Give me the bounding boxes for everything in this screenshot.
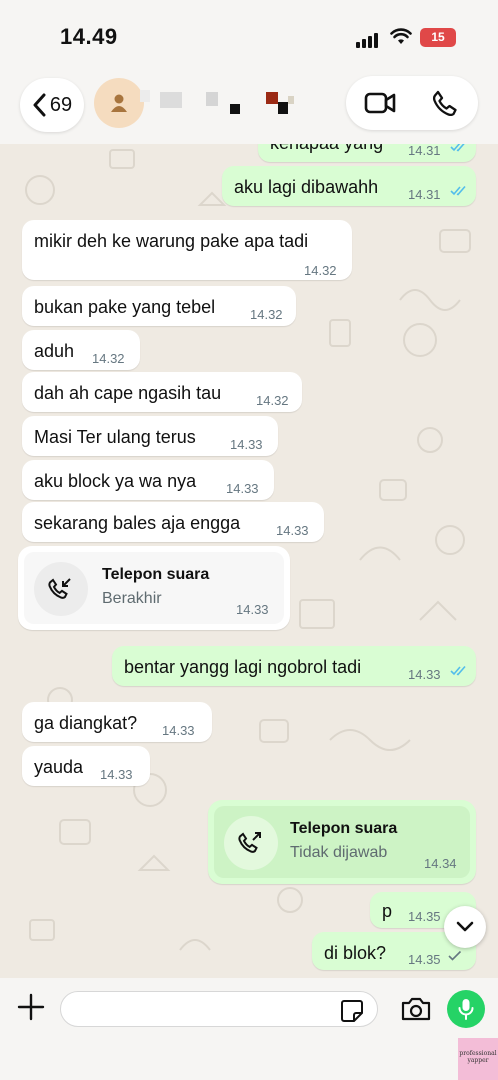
chat-header: 69 [0, 72, 498, 144]
status-time: 14.49 [60, 24, 118, 49]
message-text: bentar yangg lagi ngobrol tadi [124, 657, 362, 677]
message-text: Masi Ter ulang terus [34, 427, 196, 447]
message-bubble-incoming[interactable]: bukan pake yang tebel 14.32 [22, 286, 296, 326]
watermark-logo: professional yapper [458, 1038, 498, 1080]
message-time: 14.33 [276, 523, 309, 538]
message-bubble-incoming[interactable]: aduh 14.32 [22, 330, 140, 370]
call-status: Tidak dijawab [290, 844, 388, 861]
microphone-icon [458, 999, 474, 1020]
message-time: 14.32 [304, 263, 337, 278]
contact-avatar[interactable] [94, 78, 144, 128]
person-icon [111, 94, 127, 112]
call-actions [346, 76, 478, 130]
message-bubble-incoming[interactable]: mikir deh ke warung pake apa tadi 14.32 [22, 220, 352, 280]
call-status: Berakhir [102, 590, 162, 607]
sent-tick-icon [448, 950, 462, 961]
unread-count: 69 [49, 93, 73, 116]
status-bar: 14.49 15 [0, 0, 498, 72]
message-bubble-outgoing[interactable]: aku lagi dibawahh 14.31 [222, 166, 476, 206]
wifi-icon [390, 28, 412, 51]
battery-icon: 15 [420, 28, 456, 47]
message-bubble-outgoing[interactable]: bentar yangg lagi ngobrol tadi 14.33 [112, 646, 476, 686]
cellular-signal-icon [356, 30, 380, 48]
message-bubble-incoming[interactable]: sekarang bales aja engga 14.33 [22, 502, 324, 542]
message-time: 14.32 [250, 307, 283, 322]
composer-bar [0, 978, 498, 1080]
message-time: 14.33 [100, 767, 133, 782]
video-call-icon[interactable] [364, 90, 396, 121]
chevron-down-icon [456, 921, 474, 932]
message-text: aduh [34, 341, 75, 361]
message-time: 14.31 [408, 187, 441, 202]
message-time: 14.33 [162, 723, 195, 738]
read-ticks-icon [450, 185, 466, 196]
message-time: 14.32 [92, 351, 125, 366]
message-time: 14.32 [256, 393, 289, 408]
message-text: yauda [34, 757, 84, 777]
voice-message-button[interactable] [447, 990, 485, 1028]
message-bubble-incoming[interactable]: aku block ya wa nya 14.33 [22, 460, 274, 500]
message-text: aku block ya wa nya [34, 471, 197, 491]
message-time: 14.33 [230, 437, 263, 452]
message-time: 14.35 [408, 909, 441, 924]
missed-call-arrow-icon [34, 562, 88, 616]
camera-icon[interactable] [400, 996, 432, 1027]
scroll-to-bottom-button[interactable] [444, 906, 486, 948]
message-text: mikir deh ke warung pake apa tadi [34, 231, 309, 251]
read-ticks-icon [450, 665, 466, 676]
message-text: ga diangkat? [34, 713, 138, 733]
message-text: di blok? [324, 943, 387, 963]
message-text: dah ah cape ngasih tau [34, 383, 222, 403]
message-text: sekarang bales aja engga [34, 513, 241, 533]
call-log-outgoing[interactable]: Telepon suara Tidak dijawab 14.34 [208, 800, 476, 884]
chevron-left-icon [33, 93, 46, 117]
message-bubble-incoming[interactable]: dah ah cape ngasih tau 14.32 [22, 372, 302, 412]
message-time: 14.35 [408, 952, 441, 967]
outgoing-call-arrow-icon [224, 816, 278, 870]
message-text: aku lagi dibawahh [234, 177, 379, 197]
message-text: bukan pake yang tebel [34, 297, 216, 317]
message-bubble-incoming[interactable]: yauda 14.33 [22, 746, 150, 786]
message-bubble-incoming[interactable]: ga diangkat? 14.33 [22, 702, 212, 742]
call-log-incoming[interactable]: Telepon suara Berakhir 14.33 [18, 546, 290, 630]
message-input[interactable] [60, 991, 378, 1027]
message-time: 14.33 [408, 667, 441, 682]
message-time: 14.33 [236, 602, 269, 617]
message-text: p [382, 901, 393, 921]
message-bubble-incoming[interactable]: Masi Ter ulang terus 14.33 [22, 416, 278, 456]
back-button[interactable]: 69 [20, 78, 84, 132]
sticker-icon[interactable] [340, 999, 364, 1028]
call-title: Telepon suara [102, 566, 210, 583]
message-time: 14.34 [424, 856, 457, 871]
voice-call-icon[interactable] [432, 90, 458, 121]
call-title: Telepon suara [290, 820, 398, 837]
message-time: 14.33 [226, 481, 259, 496]
attach-plus-icon[interactable] [16, 992, 46, 1027]
